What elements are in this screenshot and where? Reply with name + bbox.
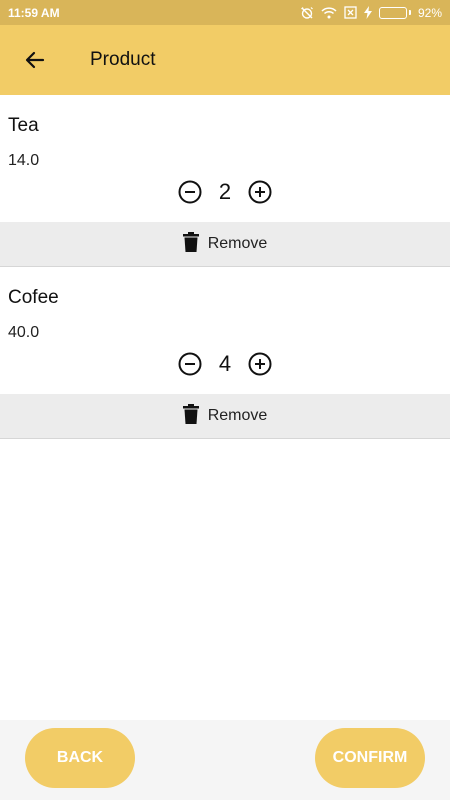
minus-circle-icon [178,352,202,376]
quantity-stepper: 4 [0,347,450,381]
plus-circle-icon [248,180,272,204]
wifi-icon [321,6,337,19]
status-time: 11:59 AM [8,5,60,20]
remove-button[interactable]: Remove [0,394,450,439]
plus-circle-icon [248,352,272,376]
item-name: Cofee [8,287,59,308]
quantity-stepper: 2 [0,175,450,209]
remove-label: Remove [207,407,268,424]
quantity-value: 2 [218,179,232,204]
confirm-button[interactable]: CONFIRM [315,728,425,788]
increase-quantity-button[interactable] [247,179,273,205]
bottom-action-bar: BACK CONFIRM [0,720,450,800]
status-icons: 92% [300,6,442,20]
app-bar: Product [0,25,450,95]
status-bar: 11:59 AM 92% [0,0,450,25]
decrease-quantity-button[interactable] [177,179,203,205]
battery-percent: 92% [417,5,442,20]
trash-icon [182,403,199,429]
quantity-value: 4 [218,351,232,376]
remove-button[interactable]: Remove [0,222,450,267]
decrease-quantity-button[interactable] [177,351,203,377]
cart-item: Cofee 40.0 4 Remove [0,267,450,439]
minus-circle-icon [178,180,202,204]
cart-item: Tea 14.0 2 Remove [0,95,450,267]
page-title: Product [90,49,156,70]
battery-icon [378,6,411,19]
item-price: 14.0 [8,152,40,169]
sim-x-icon [344,6,357,19]
alarm-off-icon [300,6,314,20]
arrow-back-icon[interactable] [0,25,70,95]
increase-quantity-button[interactable] [247,351,273,377]
charging-bolt-icon [363,6,372,19]
trash-icon [182,231,199,257]
remove-label: Remove [207,235,268,252]
item-name: Tea [8,115,39,136]
back-button[interactable]: BACK [25,728,135,788]
item-price: 40.0 [8,324,40,341]
